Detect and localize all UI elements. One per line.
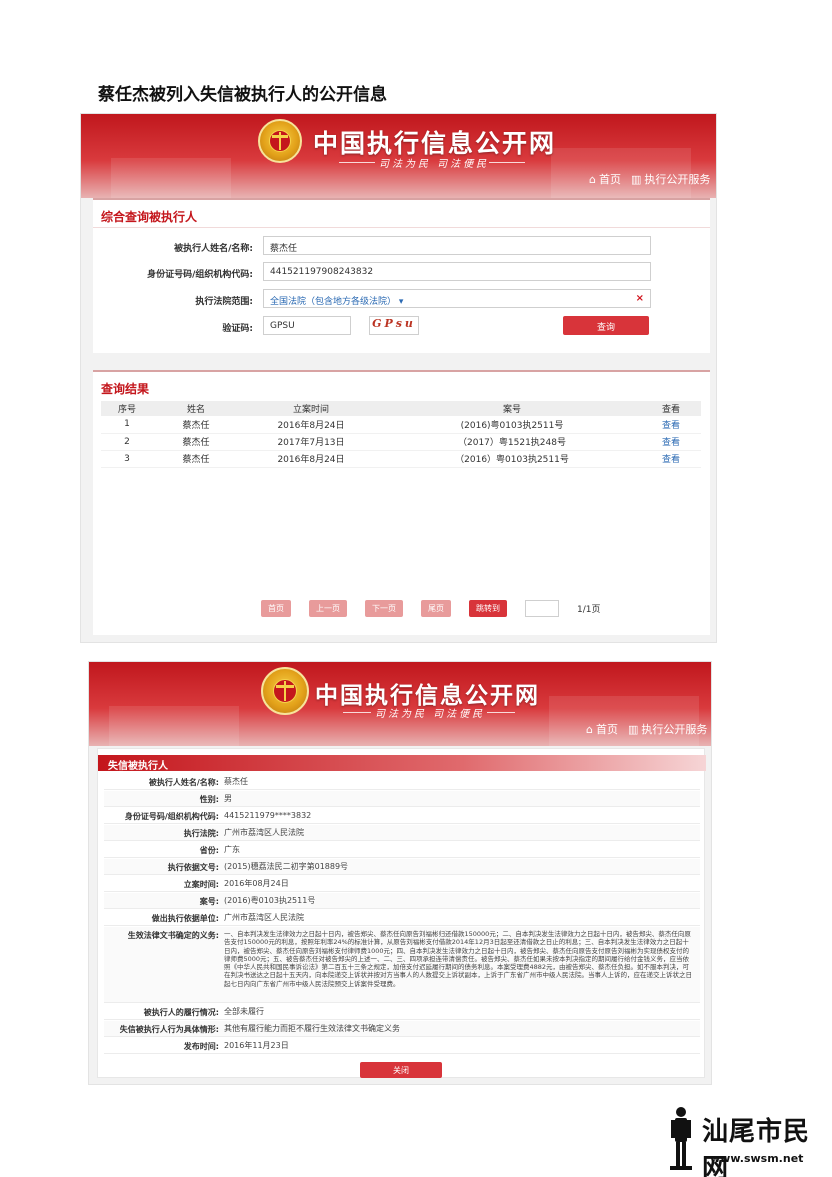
watermark-logo: 汕尾市民网 www.swsm.net bbox=[668, 1105, 828, 1177]
nav-service[interactable]: ▥ 执行公开服务 bbox=[631, 171, 710, 187]
last-page-button[interactable]: 尾页 bbox=[421, 600, 451, 617]
top-nav: ⌂ 首页 ▥ 执行公开服务 bbox=[589, 171, 710, 187]
detail-row: 被执行人姓名/名称: 蔡杰任 bbox=[104, 774, 700, 790]
search-button[interactable]: 查询 bbox=[563, 316, 649, 335]
document-title: 蔡任杰被列入失信被执行人的公开信息 bbox=[98, 85, 387, 105]
first-page-button[interactable]: 首页 bbox=[261, 600, 291, 617]
site-banner: 中国执行信息公开网 司法为民 司法便民 ⌂ 首页 ▥ 执行公开服务 bbox=[89, 662, 711, 746]
pager: 首页 上一页 下一页 尾页 跳转到 1/1页 bbox=[261, 600, 601, 617]
col-case-no: 案号 bbox=[383, 401, 641, 416]
captcha-input[interactable]: GPSU bbox=[263, 316, 351, 335]
detail-row: 做出执行依据单位: 广州市荔湾区人民法院 bbox=[104, 910, 700, 926]
watermark-name: 汕尾市民网 bbox=[702, 1117, 811, 1177]
site-slogan: 司法为民 司法便民 bbox=[375, 709, 486, 720]
goto-page-button[interactable]: 跳转到 bbox=[469, 600, 507, 617]
detail-row: 发布时间: 2016年11月23日 bbox=[104, 1038, 700, 1054]
detail-panel: 失信被执行人 被执行人姓名/名称: 蔡杰任 性别: 男 身份证号码/组织机构代码… bbox=[97, 748, 706, 1078]
results-table: 序号 姓名 立案时间 案号 查看 1 蔡杰任 2016年8月24日 (2016)… bbox=[101, 401, 701, 468]
page-count: 1/1页 bbox=[577, 605, 601, 615]
detail-row: 被执行人的履行情况: 全部未履行 bbox=[104, 1004, 700, 1020]
nav-service[interactable]: ▥ 执行公开服务 bbox=[628, 721, 707, 737]
results-header: 序号 姓名 立案时间 案号 查看 bbox=[101, 401, 701, 416]
detail-row: 失信被执行人行为具体情形: 其他有履行能力而拒不履行生效法律文书确定义务 bbox=[104, 1021, 700, 1037]
close-button[interactable]: 关闭 bbox=[360, 1062, 442, 1078]
view-link[interactable]: 查看 bbox=[641, 433, 701, 451]
detail-row: 执行依据文号: (2015)穗荔法民二初字第01889号 bbox=[104, 859, 700, 875]
top-nav: ⌂ 首页 ▥ 执行公开服务 bbox=[586, 721, 707, 737]
next-page-button[interactable]: 下一页 bbox=[365, 600, 403, 617]
site-slogan: 司法为民 司法便民 bbox=[379, 159, 490, 170]
court-emblem-icon bbox=[258, 119, 302, 163]
captcha-image[interactable]: GPsu bbox=[369, 316, 419, 335]
court-range-row: 执行法院范围: 全国法院（包含地方各级法院） ▾ × bbox=[93, 289, 710, 309]
detail-title: 失信被执行人 bbox=[98, 755, 706, 772]
table-row: 3 蔡杰任 2016年8月24日 （2016）粤0103执2511号 查看 bbox=[101, 450, 701, 468]
nav-home[interactable]: ⌂ 首页 bbox=[589, 171, 621, 187]
detail-row: 案号: (2016)粤0103执2511号 bbox=[104, 893, 700, 909]
table-row: 2 蔡杰任 2017年7月13日 （2017）粤1521执248号 查看 bbox=[101, 433, 701, 451]
table-row: 1 蔡杰任 2016年8月24日 (2016)粤0103执2511号 查看 bbox=[101, 416, 701, 434]
prev-page-button[interactable]: 上一页 bbox=[309, 600, 347, 617]
site-banner: 中国执行信息公开网 司法为民 司法便民 ⌂ 首页 ▥ 执行公开服务 bbox=[81, 114, 716, 198]
watermark-url: www.swsm.net bbox=[710, 1152, 804, 1165]
chart-icon: ▥ bbox=[630, 172, 642, 186]
captcha-row: 验证码: GPSU GPsu 查询 bbox=[93, 316, 710, 336]
col-date: 立案时间 bbox=[239, 401, 383, 416]
detail-screenshot: 中国执行信息公开网 司法为民 司法便民 ⌂ 首页 ▥ 执行公开服务 失信被执行人 被… bbox=[88, 661, 712, 1085]
name-input[interactable]: 蔡杰任 bbox=[263, 236, 651, 255]
id-input[interactable]: 441521197908243832 bbox=[263, 262, 651, 281]
detail-row: 立案时间: 2016年08月24日 bbox=[104, 876, 700, 892]
dropdown-arrow-icon: ▾ bbox=[398, 297, 404, 307]
results-title: 查询结果 bbox=[101, 382, 150, 396]
page-number-input[interactable] bbox=[525, 600, 559, 617]
col-view: 查看 bbox=[641, 401, 701, 416]
detail-row-obligation: 生效法律文书确定的义务: 一、自本判决发生法律效力之日起十日内，被告郑尖、蔡杰任… bbox=[104, 927, 700, 1003]
col-name: 姓名 bbox=[153, 401, 239, 416]
home-icon: ⌂ bbox=[586, 722, 593, 736]
court-emblem-icon bbox=[261, 667, 309, 715]
detail-row: 执行法院: 广州市荔湾区人民法院 bbox=[104, 825, 700, 841]
name-row: 被执行人姓名/名称: 蔡杰任 bbox=[93, 236, 710, 256]
id-row: 身份证号码/组织机构代码: 441521197908243832 bbox=[93, 262, 710, 282]
detail-row: 性别: 男 bbox=[104, 791, 700, 807]
name-label: 被执行人姓名/名称: bbox=[174, 244, 253, 254]
results-panel: 查询结果 序号 姓名 立案时间 案号 查看 1 蔡杰任 2016年8月24日 (… bbox=[93, 370, 710, 635]
clear-icon[interactable]: × bbox=[636, 293, 644, 304]
view-link[interactable]: 查看 bbox=[641, 450, 701, 468]
detail-row: 身份证号码/组织机构代码: 4415211979****3832 bbox=[104, 808, 700, 824]
home-icon: ⌂ bbox=[589, 172, 596, 186]
chart-icon: ▥ bbox=[627, 722, 639, 736]
court-range-select[interactable]: 全国法院（包含地方各级法院） ▾ × bbox=[263, 289, 651, 308]
nav-home[interactable]: ⌂ 首页 bbox=[586, 721, 618, 737]
query-panel-title: 综合查询被执行人 bbox=[101, 210, 198, 224]
court-range-label: 执行法院范围: bbox=[195, 297, 253, 307]
id-label: 身份证号码/组织机构代码: bbox=[147, 270, 253, 280]
figure-icon bbox=[670, 1107, 692, 1170]
captcha-label: 验证码: bbox=[222, 324, 253, 334]
col-index: 序号 bbox=[101, 401, 153, 416]
detail-row: 省份: 广东 bbox=[104, 842, 700, 858]
query-screenshot: 中国执行信息公开网 司法为民 司法便民 ⌂ 首页 ▥ 执行公开服务 综合查询被执行人… bbox=[80, 113, 717, 643]
query-panel: 综合查询被执行人 被执行人姓名/名称: 蔡杰任 身份证号码/组织机构代码: 44… bbox=[93, 198, 710, 353]
view-link[interactable]: 查看 bbox=[641, 416, 701, 434]
